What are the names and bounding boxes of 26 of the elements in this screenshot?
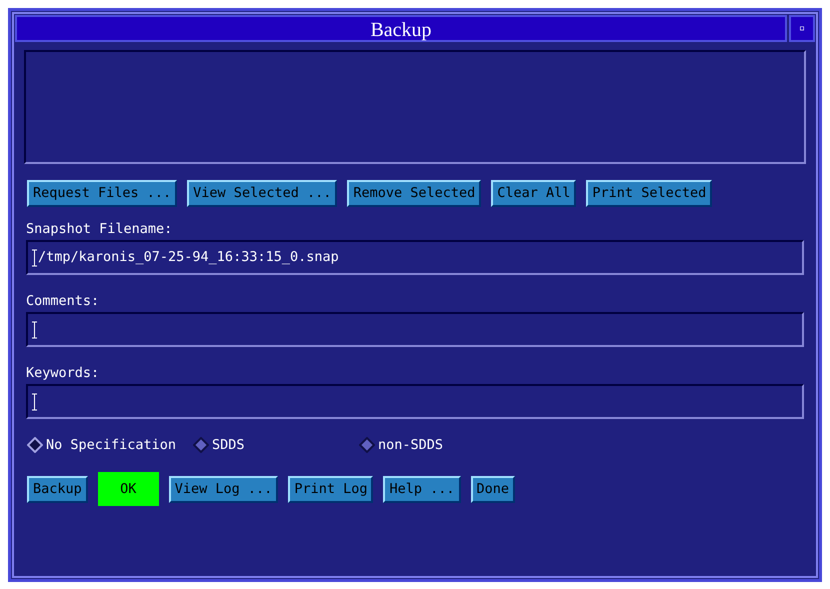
radio-diamond[interactable] [193,437,209,454]
radio-label: non-SDDS [378,436,444,455]
list-button[interactable]: Clear All [491,180,576,207]
window-menu-button[interactable]: ▫ [789,15,815,42]
action-button[interactable]: Help ... [383,476,461,503]
field-label: Keywords: [26,365,100,381]
input-field[interactable]: /tmp/karonis_07-25-94_16:33:15_0.snap [26,240,804,275]
list-button[interactable]: Remove Selected [347,180,482,207]
text-cursor-icon [32,320,37,338]
window-title: Backup [15,15,787,42]
radio-diamond[interactable] [359,437,375,454]
action-button[interactable]: Backup [27,476,88,503]
list-button[interactable]: Print Selected [586,180,712,207]
field-label: Comments: [26,293,100,309]
radio-diamond[interactable] [27,437,43,454]
list-button[interactable]: Request Files ... [27,180,178,207]
text-cursor-icon [32,392,37,410]
radio-label: No Specification [46,436,176,455]
radio-label: SDDS [212,436,245,455]
action-button[interactable]: Done [470,476,516,503]
status-indicator: OK [98,472,159,506]
list-button[interactable]: View Selected ... [187,180,338,207]
action-button[interactable]: View Log ... [168,476,278,503]
action-button[interactable]: Print Log [288,476,374,503]
field-label: Snapshot Filename: [26,221,174,237]
text-cursor-icon [32,248,37,266]
